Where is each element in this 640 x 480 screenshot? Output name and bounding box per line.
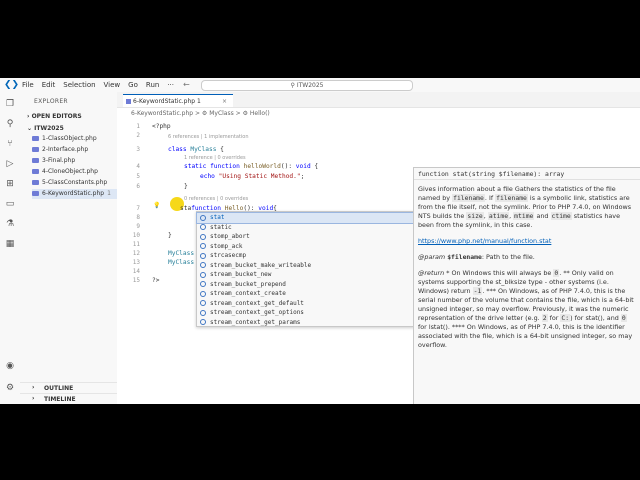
tab-keyword-static[interactable]: 6-KeywordStatic.php 1 × bbox=[123, 94, 233, 107]
function-symbol-icon bbox=[200, 281, 206, 287]
menu-run[interactable]: Run bbox=[146, 81, 159, 89]
suggestion-item[interactable]: stream_bucket_new bbox=[197, 270, 414, 280]
doc-return: @return * On Windows this will always be… bbox=[418, 269, 634, 349]
title-bar: ❮❯ File Edit Selection View Go Run ··· ←… bbox=[0, 78, 640, 93]
function-symbol-icon bbox=[200, 309, 206, 316]
function-signature: function stat(string $filename): array bbox=[414, 168, 640, 180]
file-item[interactable]: 1-ClassObject.php bbox=[32, 134, 117, 144]
suggestion-item[interactable]: stomp_abort bbox=[197, 232, 414, 242]
suggestion-details-panel[interactable]: function stat(string $filename): array G… bbox=[413, 167, 640, 404]
vscode-window: ❮❯ File Edit Selection View Go Run ··· ←… bbox=[0, 78, 640, 404]
remote-explorer-icon[interactable]: ▭ bbox=[4, 198, 16, 210]
menu-go[interactable]: Go bbox=[128, 81, 138, 89]
suggestion-item[interactable]: stream_context_create bbox=[197, 289, 414, 299]
settings-gear-icon[interactable]: ⚙ bbox=[4, 382, 16, 394]
suggestion-item[interactable]: strcasecmp bbox=[197, 251, 414, 261]
function-symbol-icon bbox=[200, 243, 206, 249]
activity-bar: ❐ ⚲ ⑂ ▷ ⊞ ▭ ⚗ ▦ ◉ ⚙ bbox=[0, 92, 21, 404]
suggestion-item[interactable]: stat bbox=[196, 212, 415, 224]
function-symbol-icon bbox=[200, 300, 206, 306]
suggestion-item[interactable]: stream_context_get_default bbox=[197, 299, 414, 309]
code-line-3[interactable]: class MyClass { bbox=[168, 146, 224, 153]
menu-edit[interactable]: Edit bbox=[42, 81, 56, 89]
doc-description: Gives information about a file Gathers t… bbox=[418, 185, 632, 229]
docker-icon[interactable]: ▦ bbox=[4, 238, 16, 250]
source-control-icon[interactable]: ⑂ bbox=[4, 138, 16, 150]
extensions-icon[interactable]: ⊞ bbox=[4, 178, 16, 190]
file-item[interactable]: 2-Interface.php bbox=[32, 145, 117, 155]
documentation-body: Gives information about a file Gathers t… bbox=[418, 185, 634, 357]
code-lens-references[interactable]: 0 references | 0 overrides bbox=[184, 196, 248, 202]
code-line-1[interactable]: <?php bbox=[152, 123, 171, 130]
code-line-12[interactable]: MyClass bbox=[168, 250, 194, 257]
php-file-icon bbox=[32, 191, 39, 196]
php-file-icon bbox=[126, 99, 131, 104]
search-view-icon[interactable]: ⚲ bbox=[4, 118, 16, 130]
file-item[interactable]: 3-Final.php bbox=[32, 156, 117, 166]
code-lens-references[interactable]: 6 references | 1 implementation bbox=[168, 134, 249, 140]
function-symbol-icon bbox=[200, 290, 206, 297]
explorer-title: EXPLORER bbox=[34, 98, 68, 105]
code-lens-references[interactable]: 1 reference | 0 overrides bbox=[184, 155, 246, 161]
outline-section[interactable]: › OUTLINE bbox=[20, 382, 117, 393]
folder-header[interactable]: ⌄ ITW2025 bbox=[27, 125, 64, 132]
php-file-icon bbox=[32, 136, 39, 141]
suggestion-widget: stat static stomp_abort stomp_ack strcas… bbox=[196, 211, 415, 327]
lightbulb-icon[interactable]: 💡 bbox=[153, 202, 160, 209]
suggestion-item[interactable]: stream_context_get_params bbox=[197, 318, 414, 328]
function-symbol-icon bbox=[200, 271, 206, 278]
menu-file[interactable]: File bbox=[22, 81, 34, 89]
php-file-icon bbox=[32, 158, 39, 163]
search-label: ITW2025 bbox=[296, 82, 324, 89]
function-symbol-icon bbox=[200, 252, 206, 259]
function-symbol-icon bbox=[200, 233, 206, 240]
problem-count-badge: 1 bbox=[107, 190, 111, 197]
suggestion-item[interactable]: static bbox=[197, 223, 414, 233]
php-file-icon bbox=[32, 180, 39, 185]
open-editors-header[interactable]: › OPEN EDITORS bbox=[27, 113, 82, 120]
menu-more[interactable]: ··· bbox=[167, 81, 174, 89]
close-tab-icon[interactable]: × bbox=[222, 95, 227, 108]
code-line-5[interactable]: echo "Using Static Method."; bbox=[200, 173, 304, 180]
doc-param: @param $filename: Path to the file. bbox=[418, 253, 535, 261]
menu-view[interactable]: View bbox=[104, 81, 121, 89]
tab-bar: 6-KeywordStatic.php 1 × bbox=[117, 92, 640, 108]
function-symbol-icon bbox=[200, 262, 206, 268]
menu-bar: File Edit Selection View Go Run ··· bbox=[22, 81, 174, 89]
code-line-13[interactable]: MyClass bbox=[168, 259, 194, 266]
suggestion-item[interactable]: stomp_ack bbox=[197, 242, 414, 252]
suggestion-item[interactable]: stream_context_get_options bbox=[197, 308, 414, 318]
suggestion-item[interactable]: stream_bucket_make_writeable bbox=[197, 261, 414, 271]
run-debug-icon[interactable]: ▷ bbox=[4, 158, 16, 170]
vscode-logo-icon: ❮❯ bbox=[4, 80, 20, 90]
function-symbol-icon bbox=[200, 224, 206, 230]
php-file-icon bbox=[32, 147, 39, 152]
php-manual-link[interactable]: https://www.php.net/manual/function.stat bbox=[418, 237, 551, 245]
file-item[interactable]: 4-CloneObject.php bbox=[32, 167, 117, 177]
php-file-icon bbox=[32, 169, 39, 174]
breadcrumb[interactable]: 6-KeywordStatic.php > ⚙ MyClass > ⚙ Hell… bbox=[131, 110, 270, 117]
timeline-section[interactable]: › TIMELINE bbox=[20, 393, 117, 404]
function-symbol-icon bbox=[200, 319, 206, 325]
code-line-4[interactable]: static function helloWorld(): void { bbox=[184, 163, 318, 170]
file-item-active[interactable]: 6-KeywordStatic.php 1 bbox=[32, 189, 117, 199]
explorer-icon[interactable]: ❐ bbox=[4, 98, 16, 110]
code-line-15[interactable]: ?> bbox=[152, 277, 159, 284]
suggestion-item[interactable]: stream_bucket_prepend bbox=[197, 280, 414, 290]
testing-icon[interactable]: ⚗ bbox=[4, 218, 16, 230]
command-center-search[interactable]: ⚲ ITW2025 bbox=[201, 80, 413, 91]
function-symbol-icon bbox=[200, 214, 206, 221]
code-line-10[interactable]: } bbox=[168, 232, 172, 239]
file-item[interactable]: 5-ClassConstants.php bbox=[32, 178, 117, 188]
menu-selection[interactable]: Selection bbox=[63, 81, 95, 89]
account-icon[interactable]: ◉ bbox=[4, 360, 16, 372]
explorer-sidebar: EXPLORER › OPEN EDITORS ⌄ ITW2025 1-Clas… bbox=[20, 92, 118, 404]
code-line-6[interactable]: } bbox=[184, 183, 188, 190]
